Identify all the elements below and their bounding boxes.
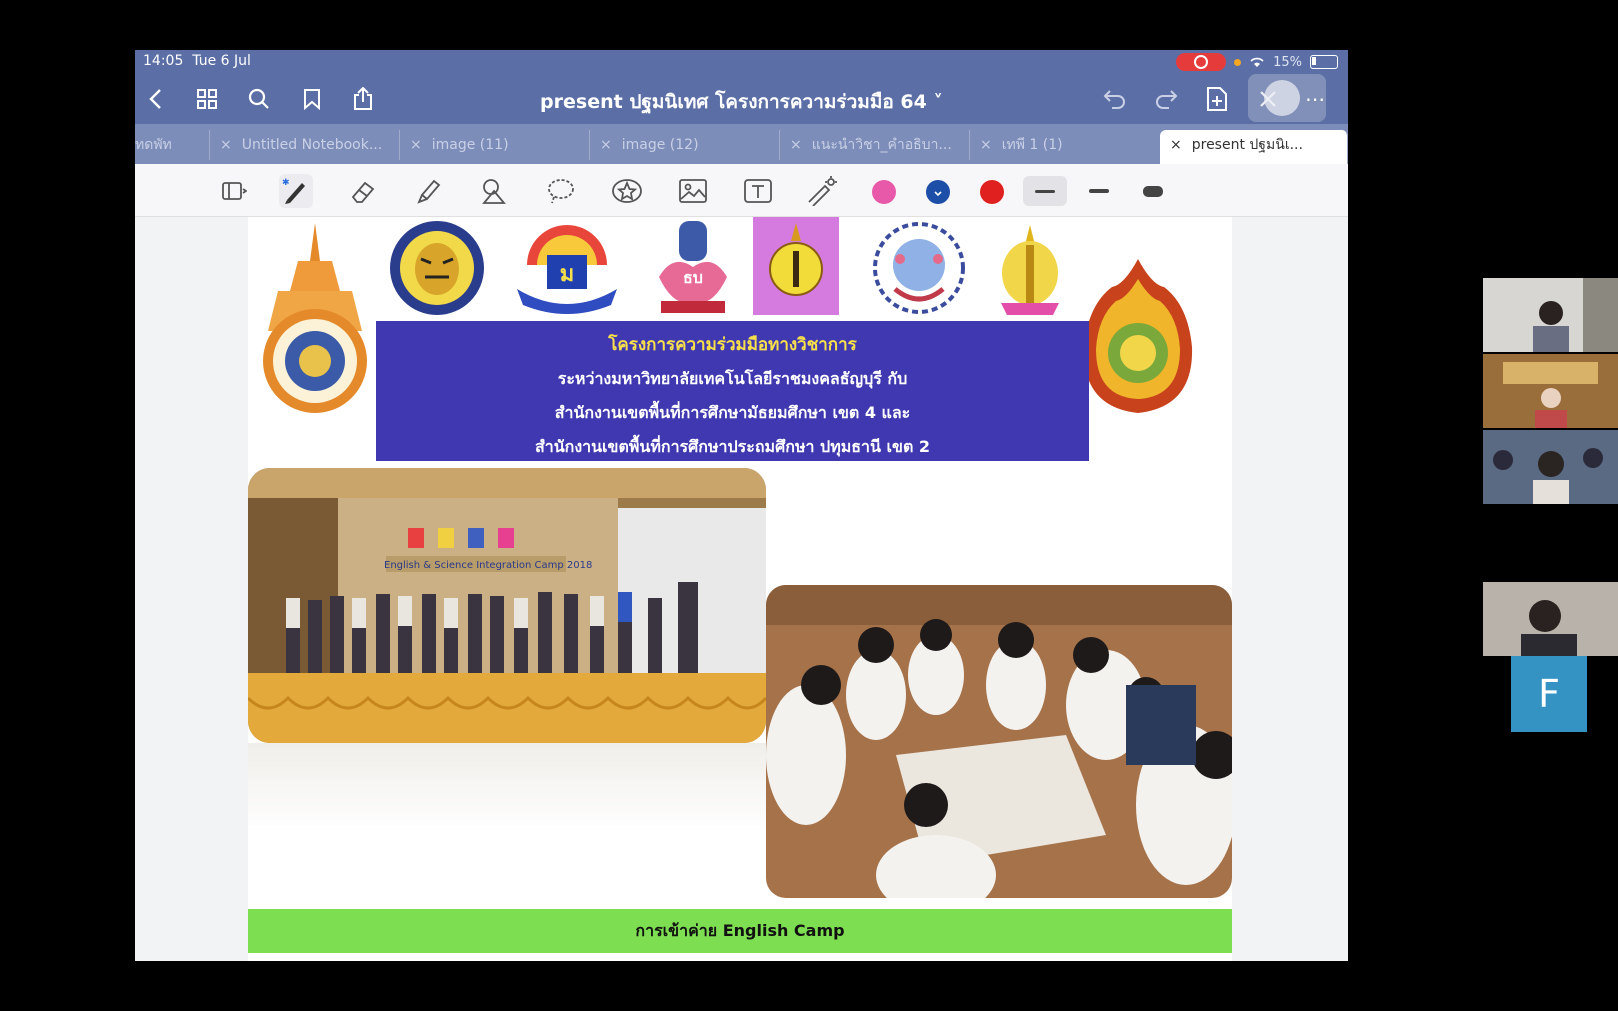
close-tab-icon[interactable]: × [1170,137,1182,153]
tab-3[interactable]: × image (12) [590,130,780,160]
banner-line: สำนักงานเขตพื้นที่การศึกษาประถมศึกษา ปทุ… [534,437,931,456]
banner-line: สำนักงานเขตพื้นที่การศึกษามัธยมศึกษา เขต… [554,403,911,422]
close-tab-icon[interactable]: × [790,137,802,153]
participant-video[interactable] [1483,354,1618,428]
canvas-area[interactable]: ม ธบ โครงการความร่วมมือทางวิชาการ ระหว่า… [135,217,1348,961]
mic-indicator-icon [1234,58,1242,66]
tab-2[interactable]: × image (11) [400,130,590,160]
participants-panel: F [1483,278,1618,732]
add-page-icon[interactable] [1202,84,1232,114]
tab-label: เทพี 1 (1) [1001,137,1063,153]
shapes-icon[interactable] [478,174,512,208]
participant-video[interactable] [1483,278,1618,352]
tab-label: image (11) [431,137,509,153]
undo-icon[interactable] [1100,84,1130,114]
rmutt-logo [258,221,372,421]
chula-logo [993,221,1067,323]
tab-label: Untitled Notebook... [241,137,383,153]
tab-bar: ทดพัท × Untitled Notebook... × image (11) … [135,124,1348,164]
date-text: Tue 6 Jul [192,53,251,69]
obec-logo [1076,257,1200,421]
text-icon[interactable] [741,174,775,208]
color-blue[interactable] [926,180,950,204]
participant-video-off[interactable] [1483,506,1618,580]
tab-1[interactable]: × Untitled Notebook... [210,130,400,160]
tab-0[interactable]: ทดพัท [135,130,210,160]
check-icon [934,191,942,197]
tab-5[interactable]: × เทพี 1 (1) [970,130,1165,160]
highlighter-icon[interactable] [411,174,445,208]
lasso-icon[interactable] [544,174,578,208]
ipad-screen: 14:05 Tue 6 Jul 15% present ปฐมนิเทศ โคร… [135,50,1348,961]
tab-label: image (12) [621,137,699,153]
banner-line: ระหว่างมหาวิทยาลัยเทคโนโลยีราชมงคลธัญบุร… [557,369,908,388]
close-tab-icon[interactable]: × [220,137,232,153]
tab-active[interactable]: × present ปฐมนิเ... [1160,130,1348,164]
close-tab-icon[interactable]: × [980,137,992,153]
lotus-school-logo: ธบ [653,217,733,319]
time-text: 14:05 [143,53,184,69]
wreath-school-logo [860,219,978,321]
tab-label: ทดพัท [135,137,172,153]
school-logo-m: ม [513,219,621,321]
document-page[interactable]: ม ธบ โครงการความร่วมมือทางวิชาการ ระหว่า… [248,217,1232,961]
tiger-school-logo [388,219,486,321]
participant-video[interactable] [1483,582,1618,656]
camp-stage-photo: English & Science Integration Camp 2018 [248,468,766,743]
banner-title: โครงการความร่วมมือทางวิชาการ [608,335,857,355]
status-bar: 14:05 Tue 6 Jul 15% [135,50,1348,74]
nav-bar: present ปฐมนิเทศ โครงการความร่วมมือ 64 ˅… [135,74,1348,124]
tab-label: present ปฐมนิเ... [1191,137,1303,153]
participant-video[interactable] [1483,430,1618,504]
color-red[interactable] [980,180,1004,204]
laser-icon[interactable] [804,174,838,208]
stroke-medium[interactable] [1077,176,1121,206]
redo-icon[interactable] [1151,84,1181,114]
color-pink[interactable] [872,180,896,204]
photo-reflection [248,743,766,833]
drawing-toolbar: ✱ [135,164,1348,217]
pink-school-logo [753,217,839,319]
battery-icon [1310,55,1338,69]
sticker-icon[interactable] [610,174,644,208]
close-tab-icon[interactable]: × [600,137,612,153]
tab-label: แนะนำวิชา_คำอธิบา... [811,137,952,153]
svg-text:✱: ✱ [282,178,290,188]
pen-icon[interactable]: ✱ [279,174,313,208]
close-tab-icon[interactable]: × [410,137,422,153]
image-icon[interactable] [676,174,710,208]
stroke-thin[interactable] [1023,176,1067,206]
wifi-icon [1250,57,1264,67]
caption-bar: การเข้าค่าย English Camp [248,909,1232,953]
screen-record-icon [1176,53,1227,71]
project-banner: โครงการความร่วมมือทางวิชาการ ระหว่างมหาว… [376,321,1089,461]
pages-icon[interactable] [217,174,251,208]
camp-sign-text: English & Science Integration Camp 2018 [384,560,592,571]
eraser-icon[interactable] [346,174,380,208]
svg-text:ธบ: ธบ [683,268,703,287]
stroke-thick[interactable] [1131,176,1175,206]
svg-text:ม: ม [560,262,575,287]
battery-percent: 15% [1273,54,1302,70]
more-icon[interactable]: ⋯ [1300,84,1330,114]
status-time: 14:05 Tue 6 Jul [143,53,251,69]
students-activity-photo [766,585,1232,898]
tab-4[interactable]: × แนะนำวิชา_คำอธิบา... [780,130,970,160]
participant-avatar[interactable]: F [1511,656,1587,732]
